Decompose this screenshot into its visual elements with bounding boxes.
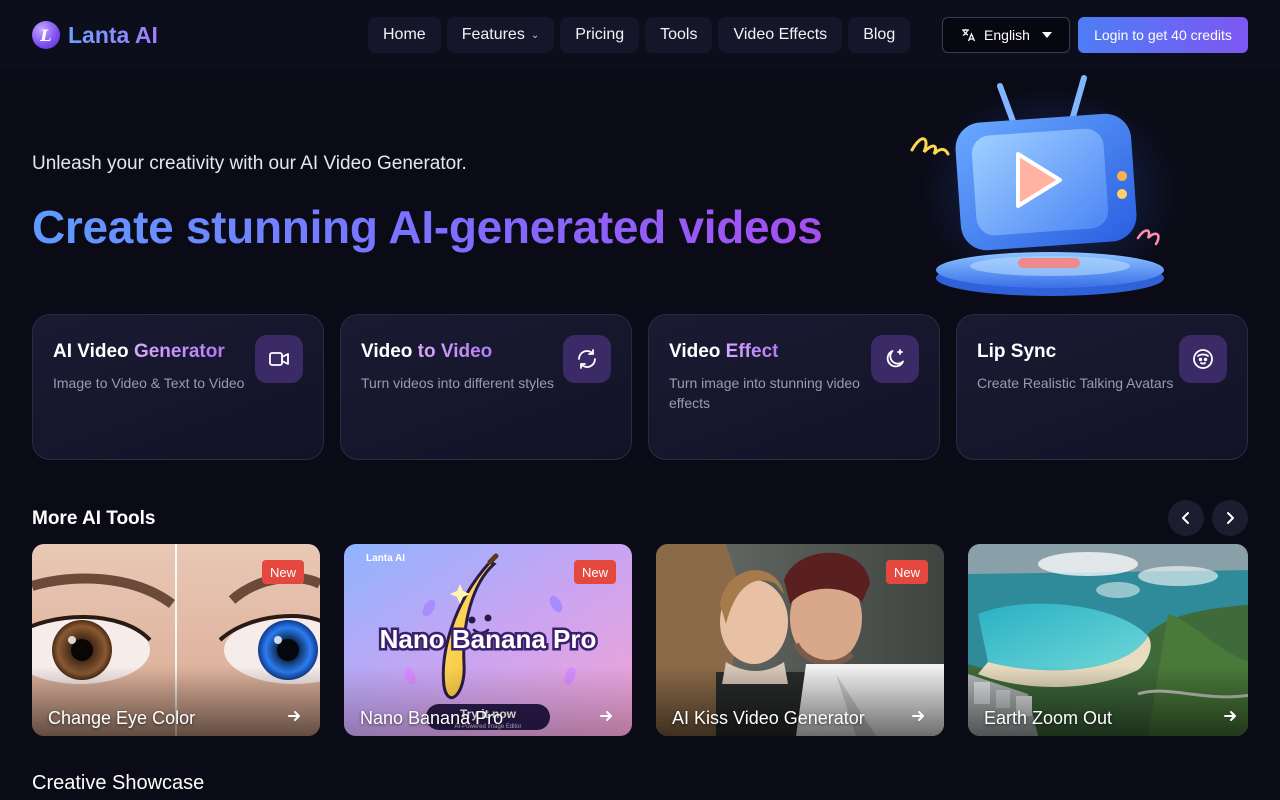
video-camera-icon	[255, 335, 303, 383]
feature-card-desc: Turn videos into different styles	[361, 375, 554, 391]
nav-features[interactable]: Features ⌄	[446, 17, 555, 53]
tool-card-ai-kiss-video-generator[interactable]: New AI Kiss Video Generator	[656, 544, 944, 736]
moon-sparkle-icon	[871, 335, 919, 383]
chevron-left-icon	[1182, 512, 1189, 524]
arrow-right-icon	[600, 711, 612, 721]
arrow-right-icon	[288, 711, 300, 721]
chevron-right-icon	[1227, 512, 1234, 524]
creative-showcase-title: Creative Showcase	[32, 772, 205, 794]
nav-tools[interactable]: Tools	[645, 17, 713, 53]
logo-icon: L	[32, 21, 60, 49]
feature-title-highlight: to Video	[417, 341, 493, 362]
login-button[interactable]: Login to get 40 credits	[1078, 17, 1248, 53]
login-label: Login to get 40 credits	[1094, 27, 1232, 43]
tool-card-earth-zoom-out[interactable]: Earth Zoom Out	[968, 544, 1248, 736]
tool-card-title: Change Eye Color	[48, 708, 196, 728]
feature-title-highlight: Generator	[133, 341, 225, 362]
chevron-down-icon: ⌄	[530, 29, 540, 41]
feature-card-title: Lip Sync	[977, 341, 1056, 363]
tool-card-title: AI Kiss Video Generator	[672, 708, 865, 728]
feature-title-plain: Video	[361, 341, 418, 362]
feature-card-desc: Turn image into stunning video effects	[669, 375, 860, 411]
brand-name: Lanta AI	[68, 21, 158, 48]
language-label: English	[984, 27, 1030, 43]
brand-logo[interactable]: L Lanta AI	[32, 21, 158, 49]
arrow-right-icon	[912, 711, 924, 721]
caret-down-icon	[1041, 32, 1052, 38]
tool-card-change-eye-color[interactable]: New Change Eye Color	[32, 544, 320, 736]
more-tools-title: More AI Tools	[32, 508, 156, 529]
nav-blog[interactable]: Blog	[848, 17, 911, 53]
refresh-icon	[563, 335, 611, 383]
nav-blog-label: Blog	[863, 26, 896, 43]
arrow-right-icon	[1224, 711, 1236, 721]
feature-title-plain: Lip Sync	[977, 341, 1057, 362]
tool-card-nano-banana-pro[interactable]: Lanta AI Nano Banana Pro Try it now AI-P…	[344, 544, 632, 736]
face-icon	[1179, 335, 1227, 383]
feature-card-title: AI Video Generator	[53, 341, 225, 363]
feature-card-video-to-video[interactable]: Video to Video Turn videos into differen…	[340, 314, 632, 460]
hero-title: Create stunning AI-generated videos	[32, 201, 823, 253]
nav-home-label: Home	[383, 26, 426, 43]
feature-title-highlight: Effect	[725, 341, 779, 362]
tool-card-title: Earth Zoom Out	[984, 708, 1113, 728]
nav-tools-label: Tools	[660, 26, 698, 43]
feature-card-lip-sync[interactable]: Lip Sync Create Realistic Talking Avatar…	[956, 314, 1248, 460]
image-title-text: Nano Banana Pro	[380, 624, 597, 654]
language-select[interactable]: English	[942, 17, 1070, 53]
image-brand-text: Lanta AI	[366, 553, 405, 564]
feature-card-desc: Image to Video & Text to Video	[53, 375, 245, 391]
main-nav: Home Features ⌄ Pricing Tools Video Effec…	[368, 17, 911, 53]
new-badge: New	[885, 560, 928, 584]
nav-pricing-label: Pricing	[575, 26, 625, 43]
carousel-next-button[interactable]	[1212, 500, 1248, 536]
feature-card-title: Video to Video	[361, 341, 492, 363]
nav-home[interactable]: Home	[368, 17, 441, 53]
new-badge: New	[573, 560, 616, 584]
nav-video-effects[interactable]: Video Effects	[718, 17, 843, 53]
feature-card-ai-video-generator[interactable]: AI Video Generator Image to Video & Text…	[32, 314, 324, 460]
nav-pricing[interactable]: Pricing	[560, 17, 640, 53]
feature-card-title: Video Effect	[669, 341, 778, 363]
top-navbar: L Lanta AI Home Features ⌄ Pricing Tools …	[0, 0, 1280, 70]
tool-card-title: Nano Banana Pro	[360, 708, 504, 728]
new-badge: New	[261, 560, 304, 584]
feature-title-plain: Video	[669, 341, 726, 362]
carousel-prev-button[interactable]	[1168, 500, 1204, 536]
translate-icon	[962, 29, 976, 42]
hero-subtitle: Unleash your creativity with our AI Vide…	[32, 153, 467, 174]
tv-illustration	[910, 75, 1180, 297]
feature-card-desc: Create Realistic Talking Avatars	[977, 375, 1174, 391]
nav-video-effects-label: Video Effects	[733, 26, 828, 43]
feature-card-video-effect[interactable]: Video Effect Turn image into stunning vi…	[648, 314, 940, 460]
feature-title-plain: AI Video	[53, 341, 134, 362]
nav-features-label: Features	[461, 26, 525, 43]
